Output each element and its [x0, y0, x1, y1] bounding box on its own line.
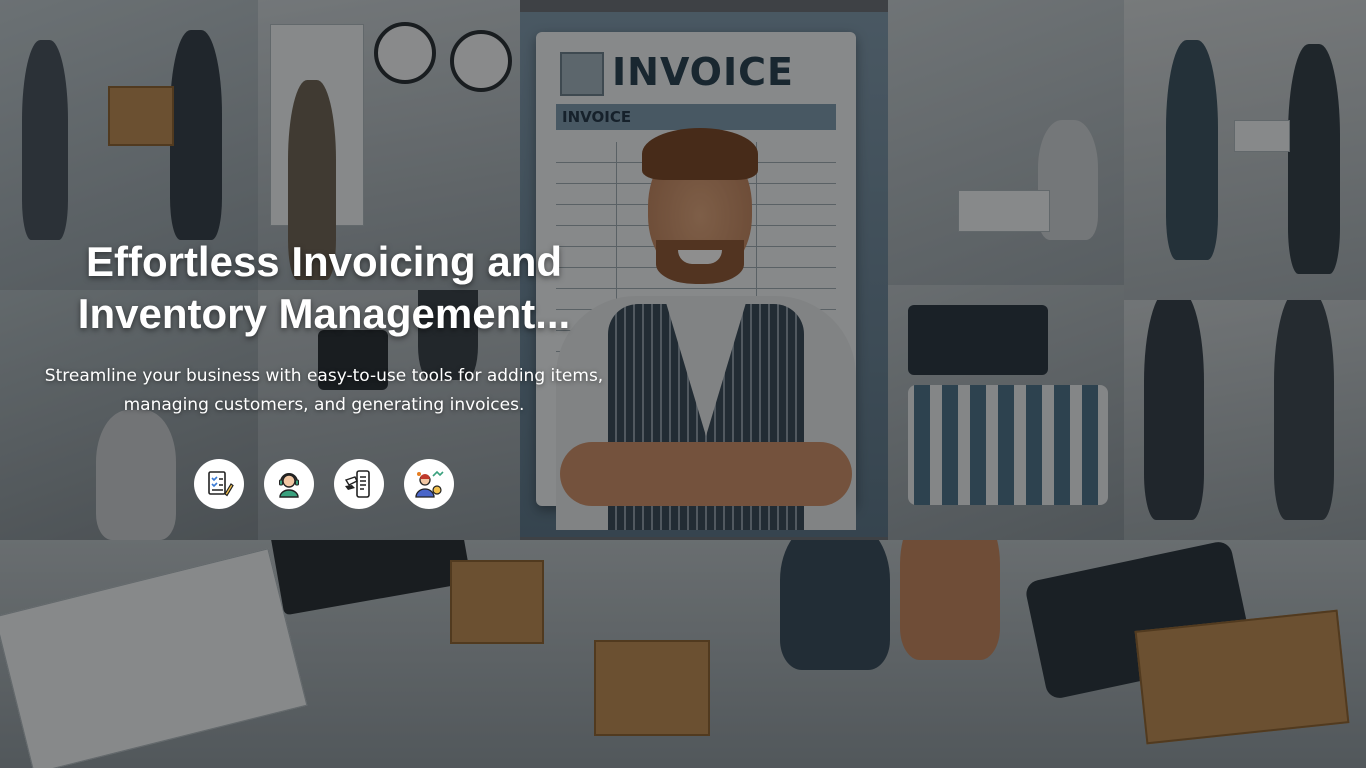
hero-subtitle: Streamline your business with easy-to-us… — [44, 366, 604, 415]
hero-section: INVOICE INVOICE Effortless Invoicing and… — [0, 0, 1366, 768]
mobile-invoice-icon — [344, 470, 370, 498]
feature-icons-row — [194, 459, 454, 509]
hero-title: Effortless Invoicing and Inventory Manag… — [77, 238, 571, 337]
mobile-invoice-icon-button[interactable] — [334, 459, 384, 509]
invoice-checklist-icon — [208, 471, 234, 497]
customer-support-icon — [279, 473, 299, 498]
business-growth-icon — [415, 470, 444, 498]
invoice-checklist-icon-button[interactable] — [194, 459, 244, 509]
customer-support-icon-button[interactable] — [264, 459, 314, 509]
business-growth-icon-button[interactable] — [404, 459, 454, 509]
